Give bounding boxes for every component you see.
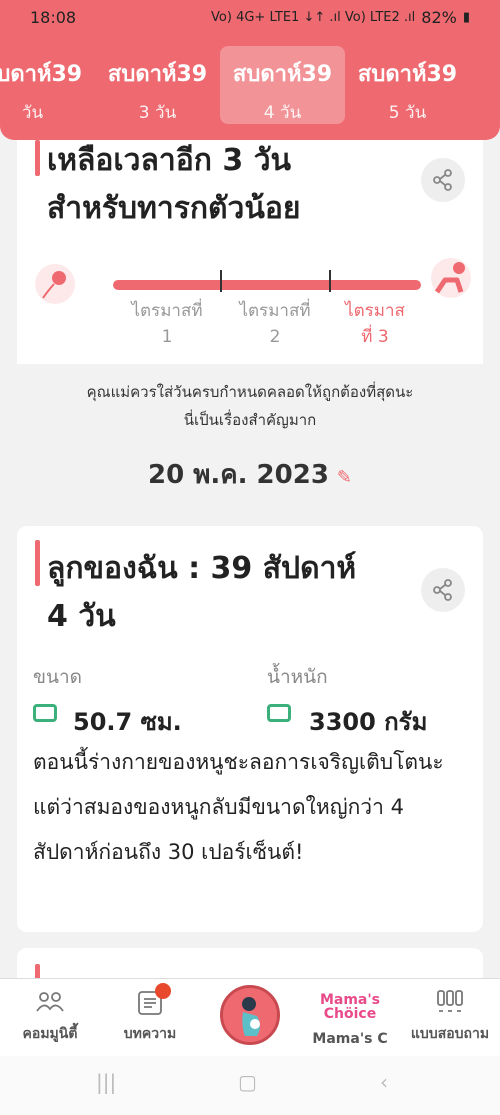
nav-mamas-choice[interactable]: Mama's Chöice Mama's C — [300, 979, 400, 1057]
week-tab[interactable]: สบดาห์39 5 วัน — [345, 46, 470, 124]
pencil-icon[interactable]: ✎ — [337, 467, 352, 488]
size-label: ขนาด — [33, 666, 82, 688]
system-nav-bar: ||| ▢ ‹ — [0, 1056, 500, 1115]
week-selector[interactable]: สบดาห์39 วัน สบดาห์39 3 วัน สบดาห์39 4 ว… — [0, 46, 500, 124]
countdown-card: เหลือเวลาอีก 3 วัน สำหรับทารกตัวน้อย ไตร… — [17, 130, 483, 506]
battery-level: 82% — [421, 8, 457, 27]
size-value: 50.7 ซม. — [73, 708, 182, 732]
countdown-title: เหลือเวลาอีก 3 วัน — [47, 143, 292, 178]
share-icon — [433, 169, 452, 191]
share-button[interactable] — [421, 568, 465, 612]
due-date-advice: คุณแม่ควรใส่วันครบกำหนดคลอดให้ถูกต้องที่… — [86, 383, 414, 429]
signal-indicators: Vo) 4G+ LTE1 ↓↑ .ıl Vo) LTE2 .ıl — [211, 10, 416, 25]
due-date-value: 20 พ.ค. 2023 — [147, 460, 329, 490]
baby-day-title: 4 วัน — [47, 599, 116, 634]
tick-marker — [220, 270, 222, 292]
notification-badge — [155, 983, 171, 999]
accent-bar — [35, 140, 40, 176]
clock: 18:08 — [30, 8, 77, 27]
trimester-3: ไตรมาส ที่ 3 — [345, 301, 405, 347]
progress-bar — [113, 280, 421, 290]
baby-week-title: ลูกของฉัน : 39 สัปดาห์ — [47, 551, 357, 586]
pregnancy-home-button[interactable] — [220, 985, 280, 1045]
pregnant-mother-icon — [242, 997, 260, 1036]
nav-community[interactable]: คอมมูนิตี้ — [0, 979, 100, 1057]
baby-info-card: ลูกของฉัน : 39 สัปดาห์ 4 วัน ขนาด 50.7 ซ… — [17, 526, 483, 932]
weight-value: 3300 กรัม — [309, 708, 428, 732]
trimester-1: ไตรมาสที่ 1 — [131, 301, 203, 347]
nav-quiz[interactable]: แบบสอบถาม — [400, 979, 500, 1057]
scale-icon — [267, 704, 291, 722]
mamas-choice-logo: Mama's Chöice — [319, 992, 381, 1022]
week-tab-active[interactable]: สบดาห์39 4 วัน — [220, 46, 345, 124]
back-icon[interactable]: ‹ — [380, 1070, 388, 1094]
trimester-2: ไตรมาสที่ 2 — [239, 301, 311, 347]
nav-articles[interactable]: บทความ — [100, 979, 200, 1057]
people-icon — [35, 989, 65, 1017]
share-icon — [433, 579, 452, 601]
battery-icon: ▮ — [462, 10, 470, 25]
status-bar: 18:08 Vo) 4G+ LTE1 ↓↑ .ıl Vo) LTE2 .ıl 8… — [0, 0, 500, 36]
week-tab[interactable]: สบ 6 — [470, 46, 500, 124]
baby-icon — [431, 258, 471, 298]
checklist-icon — [435, 989, 465, 1017]
due-date-field[interactable]: 20 พ.ค. 2023 ✎ — [17, 454, 483, 495]
countdown-subtitle: สำหรับทารกตัวน้อย — [47, 191, 301, 226]
week-tab[interactable]: สบดาห์39 วัน — [0, 46, 95, 124]
tick-marker — [329, 270, 331, 292]
trimester-timeline: ไตรมาสที่ 1 ไตรมาสที่ 2 ไตรมาส ที่ 3 — [35, 256, 471, 347]
accent-bar — [35, 540, 40, 586]
week-tab[interactable]: สบดาห์39 3 วัน — [95, 46, 220, 124]
recent-apps-icon[interactable]: ||| — [96, 1070, 116, 1094]
header: 18:08 Vo) 4G+ LTE1 ↓↑ .ıl Vo) LTE2 .ıl 8… — [0, 0, 500, 140]
bottom-nav: คอมมูนิตี้ บทความ Mama's Chöice Mama's C… — [0, 978, 500, 1056]
ruler-icon — [33, 704, 57, 722]
development-description: ตอนนี้ร่างกายของหนูชะลอการเจริญเติบโตนะ … — [33, 750, 444, 864]
home-icon[interactable]: ▢ — [238, 1070, 257, 1094]
weight-label: น้ำหนัก — [267, 666, 328, 688]
share-button[interactable] — [421, 158, 465, 202]
embryo-icon — [35, 264, 75, 304]
